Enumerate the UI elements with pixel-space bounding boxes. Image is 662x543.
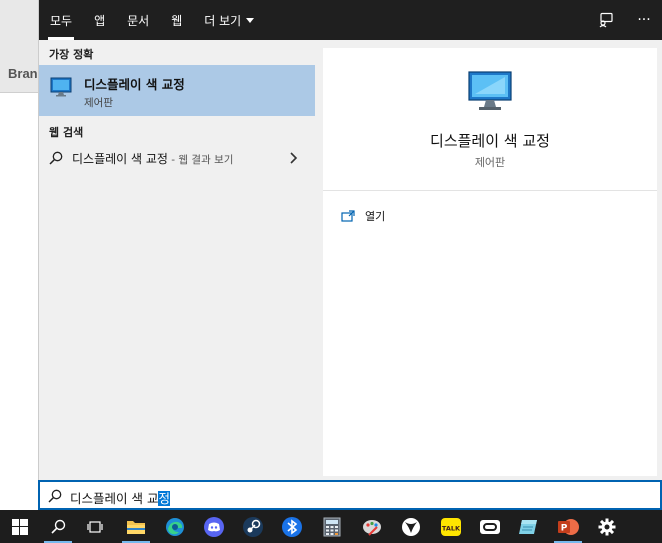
web-search-query: 디스플레이 색 교정 bbox=[72, 152, 168, 166]
tab-all-label: 모두 bbox=[50, 13, 73, 28]
web-search-header: 웹 검색 bbox=[49, 126, 84, 139]
powerpoint-letter: P bbox=[561, 523, 568, 533]
open-action[interactable]: 열기 bbox=[341, 206, 385, 226]
more-options-icon[interactable]: ··· bbox=[633, 9, 655, 31]
tab-documents[interactable]: 문서 bbox=[116, 0, 160, 40]
web-search-suffix: - 웹 결과 보기 bbox=[167, 154, 234, 166]
settings-icon[interactable] bbox=[587, 510, 627, 543]
task-view-icon[interactable] bbox=[75, 510, 115, 543]
steam-icon[interactable] bbox=[233, 510, 273, 543]
web-search-item[interactable]: 디스플레이 색 교정 - 웹 결과 보기 bbox=[39, 144, 315, 170]
bluetooth-app-icon[interactable] bbox=[272, 510, 312, 543]
notes-icon[interactable] bbox=[508, 510, 548, 543]
tab-more-label: 더 보기 bbox=[204, 13, 242, 28]
tab-documents-label: 문서 bbox=[127, 13, 150, 28]
search-icon[interactable] bbox=[38, 510, 78, 543]
open-action-label: 열기 bbox=[365, 210, 386, 223]
kakaotalk-icon[interactable]: TALK bbox=[431, 510, 471, 543]
background-window: Bran bbox=[0, 0, 38, 510]
search-icon bbox=[49, 150, 63, 169]
search-icon bbox=[48, 488, 62, 507]
detail-subtitle: 제어판 bbox=[474, 156, 506, 169]
taskbar: TALK P bbox=[0, 510, 662, 543]
tab-apps[interactable]: 앱 bbox=[83, 0, 116, 40]
camera-app-icon[interactable] bbox=[470, 510, 510, 543]
discord-icon[interactable] bbox=[194, 510, 234, 543]
feedback-icon[interactable] bbox=[595, 9, 617, 31]
tab-more[interactable]: 더 보기 bbox=[193, 0, 265, 40]
results-list: 가장 정확 디스플레이 색 교정 제어판 웹 검색 디스플레이 색 교정 - 웹… bbox=[39, 40, 315, 480]
best-match-subtitle: 제어판 bbox=[84, 97, 113, 109]
search-box[interactable]: 디스플레이 색 교정 bbox=[38, 480, 662, 510]
detail-divider bbox=[323, 190, 657, 191]
windows-start-icon[interactable] bbox=[0, 510, 40, 543]
background-window-label: Bran bbox=[8, 66, 38, 81]
powerpoint-icon[interactable]: P bbox=[548, 510, 588, 543]
tab-web-label: 웹 bbox=[171, 13, 183, 28]
paint-icon[interactable] bbox=[352, 510, 392, 543]
best-match-title: 디스플레이 색 교정 bbox=[84, 77, 185, 92]
search-panel: 모두 앱 문서 웹 더 보기 ··· 가장 정확 디스플레이 색 교정 제어판 … bbox=[38, 0, 662, 510]
chevron-right-icon[interactable] bbox=[289, 150, 299, 169]
search-tabs-bar: 모두 앱 문서 웹 더 보기 ··· bbox=[39, 0, 662, 40]
open-icon bbox=[341, 207, 355, 226]
file-explorer-icon[interactable] bbox=[116, 510, 156, 543]
xbox-icon[interactable] bbox=[391, 510, 431, 543]
detail-pane: 디스플레이 색 교정 제어판 열기 bbox=[323, 48, 657, 476]
detail-title: 디스플레이 색 교정 bbox=[430, 132, 550, 150]
tab-apps-label: 앱 bbox=[94, 13, 106, 28]
tab-all[interactable]: 모두 bbox=[39, 0, 83, 40]
edge-icon[interactable] bbox=[155, 510, 195, 543]
kakaotalk-label: TALK bbox=[442, 524, 461, 532]
calculator-icon[interactable] bbox=[312, 510, 352, 543]
best-match-item[interactable]: 디스플레이 색 교정 제어판 bbox=[39, 65, 315, 116]
search-input-selection: 정 bbox=[158, 491, 170, 506]
search-input-text: 디스플레이 색 교 bbox=[70, 491, 159, 506]
chevron-down-icon bbox=[246, 17, 255, 23]
tab-web[interactable]: 웹 bbox=[160, 0, 193, 40]
search-input[interactable]: 디스플레이 색 교정 bbox=[70, 488, 170, 507]
monitor-icon bbox=[50, 76, 72, 102]
monitor-large-icon bbox=[467, 68, 513, 118]
best-match-header: 가장 정확 bbox=[49, 48, 94, 61]
